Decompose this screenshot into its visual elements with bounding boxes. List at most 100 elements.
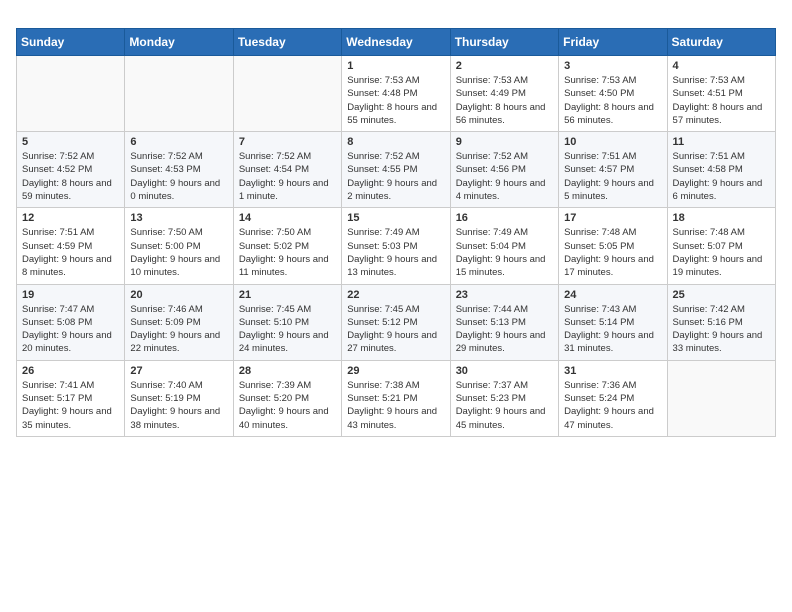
- day-number: 4: [673, 60, 770, 72]
- day-number: 13: [130, 212, 227, 224]
- day-info: Sunrise: 7:38 AMSunset: 5:21 PMDaylight:…: [347, 379, 444, 432]
- calendar-cell: 27 Sunrise: 7:40 AMSunset: 5:19 PMDayligh…: [125, 360, 233, 436]
- day-number: 10: [564, 136, 661, 148]
- calendar-cell: 5 Sunrise: 7:52 AMSunset: 4:52 PMDaylight…: [17, 132, 125, 208]
- day-number: 5: [22, 136, 119, 148]
- day-number: 22: [347, 289, 444, 301]
- day-number: 29: [347, 365, 444, 377]
- day-number: 30: [456, 365, 553, 377]
- calendar-cell: 23 Sunrise: 7:44 AMSunset: 5:13 PMDayligh…: [450, 284, 558, 360]
- day-number: 8: [347, 136, 444, 148]
- day-info: Sunrise: 7:48 AMSunset: 5:07 PMDaylight:…: [673, 226, 770, 279]
- week-row-1: 1 Sunrise: 7:53 AMSunset: 4:48 PMDaylight…: [17, 56, 776, 132]
- day-info: Sunrise: 7:44 AMSunset: 5:13 PMDaylight:…: [456, 303, 553, 356]
- day-info: Sunrise: 7:51 AMSunset: 4:57 PMDaylight:…: [564, 150, 661, 203]
- calendar-cell: 31 Sunrise: 7:36 AMSunset: 5:24 PMDayligh…: [559, 360, 667, 436]
- day-number: 31: [564, 365, 661, 377]
- day-number: 14: [239, 212, 336, 224]
- day-number: 25: [673, 289, 770, 301]
- day-info: Sunrise: 7:42 AMSunset: 5:16 PMDaylight:…: [673, 303, 770, 356]
- day-info: Sunrise: 7:43 AMSunset: 5:14 PMDaylight:…: [564, 303, 661, 356]
- day-number: 24: [564, 289, 661, 301]
- calendar-cell: 6Sunrise: 7:52 AMSunset: 4:53 PMDaylight…: [125, 132, 233, 208]
- day-info: Sunrise: 7:49 AMSunset: 5:03 PMDaylight:…: [347, 226, 444, 279]
- day-number: 28: [239, 365, 336, 377]
- day-info: Sunrise: 7:53 AMSunset: 4:48 PMDaylight:…: [347, 74, 444, 127]
- calendar-cell: 12 Sunrise: 7:51 AMSunset: 4:59 PMDayligh…: [17, 208, 125, 284]
- day-number: 2: [456, 60, 553, 72]
- day-info: Sunrise: 7:36 AMSunset: 5:24 PMDaylight:…: [564, 379, 661, 432]
- weekday-header-wednesday: Wednesday: [342, 29, 450, 56]
- calendar-cell: 7 Sunrise: 7:52 AMSunset: 4:54 PMDaylight…: [233, 132, 341, 208]
- day-info: Sunrise: 7:50 AMSunset: 5:00 PMDaylight:…: [130, 226, 227, 279]
- day-number: 15: [347, 212, 444, 224]
- calendar-cell: 24 Sunrise: 7:43 AMSunset: 5:14 PMDayligh…: [559, 284, 667, 360]
- day-number: 21: [239, 289, 336, 301]
- day-number: 23: [456, 289, 553, 301]
- weekday-header-sunday: Sunday: [17, 29, 125, 56]
- week-row-5: 26 Sunrise: 7:41 AMSunset: 5:17 PMDayligh…: [17, 360, 776, 436]
- day-number: 17: [564, 212, 661, 224]
- calendar-cell: [667, 360, 775, 436]
- calendar-cell: 15 Sunrise: 7:49 AMSunset: 5:03 PMDayligh…: [342, 208, 450, 284]
- day-number: 6: [130, 136, 227, 148]
- calendar-cell: [17, 56, 125, 132]
- day-info: Sunrise: 7:45 AMSunset: 5:10 PMDaylight:…: [239, 303, 336, 356]
- day-info: Sunrise: 7:49 AMSunset: 5:04 PMDaylight:…: [456, 226, 553, 279]
- day-info: Sunrise: 7:50 AMSunset: 5:02 PMDaylight:…: [239, 226, 336, 279]
- calendar-cell: 14 Sunrise: 7:50 AMSunset: 5:02 PMDayligh…: [233, 208, 341, 284]
- day-number: 19: [22, 289, 119, 301]
- calendar-cell: 8 Sunrise: 7:52 AMSunset: 4:55 PMDaylight…: [342, 132, 450, 208]
- week-row-3: 12 Sunrise: 7:51 AMSunset: 4:59 PMDayligh…: [17, 208, 776, 284]
- day-number: 20: [130, 289, 227, 301]
- day-info: Sunrise: 7:52 AMSunset: 4:56 PMDaylight:…: [456, 150, 553, 203]
- day-info: Sunrise: 7:41 AMSunset: 5:17 PMDaylight:…: [22, 379, 119, 432]
- calendar-table: SundayMondayTuesdayWednesdayThursdayFrid…: [16, 28, 776, 437]
- calendar-cell: 3Sunrise: 7:53 AMSunset: 4:50 PMDaylight…: [559, 56, 667, 132]
- calendar-cell: 4 Sunrise: 7:53 AMSunset: 4:51 PMDaylight…: [667, 56, 775, 132]
- day-info: Sunrise: 7:51 AMSunset: 4:58 PMDaylight:…: [673, 150, 770, 203]
- calendar-cell: 18 Sunrise: 7:48 AMSunset: 5:07 PMDayligh…: [667, 208, 775, 284]
- weekday-header-friday: Friday: [559, 29, 667, 56]
- calendar-cell: 29 Sunrise: 7:38 AMSunset: 5:21 PMDayligh…: [342, 360, 450, 436]
- day-info: Sunrise: 7:48 AMSunset: 5:05 PMDaylight:…: [564, 226, 661, 279]
- day-info: Sunrise: 7:46 AMSunset: 5:09 PMDaylight:…: [130, 303, 227, 356]
- day-number: 18: [673, 212, 770, 224]
- day-info: Sunrise: 7:45 AMSunset: 5:12 PMDaylight:…: [347, 303, 444, 356]
- day-info: Sunrise: 7:52 AMSunset: 4:55 PMDaylight:…: [347, 150, 444, 203]
- calendar-cell: 13 Sunrise: 7:50 AMSunset: 5:00 PMDayligh…: [125, 208, 233, 284]
- calendar-cell: [233, 56, 341, 132]
- calendar-cell: [125, 56, 233, 132]
- calendar-cell: 25 Sunrise: 7:42 AMSunset: 5:16 PMDayligh…: [667, 284, 775, 360]
- day-number: 12: [22, 212, 119, 224]
- calendar-cell: 2 Sunrise: 7:53 AMSunset: 4:49 PMDaylight…: [450, 56, 558, 132]
- day-number: 1: [347, 60, 444, 72]
- weekday-header-saturday: Saturday: [667, 29, 775, 56]
- day-number: 7: [239, 136, 336, 148]
- day-number: 27: [130, 365, 227, 377]
- day-info: Sunrise: 7:39 AMSunset: 5:20 PMDaylight:…: [239, 379, 336, 432]
- day-number: 3: [564, 60, 661, 72]
- calendar-cell: 19 Sunrise: 7:47 AMSunset: 5:08 PMDayligh…: [17, 284, 125, 360]
- week-row-2: 5 Sunrise: 7:52 AMSunset: 4:52 PMDaylight…: [17, 132, 776, 208]
- weekday-header-tuesday: Tuesday: [233, 29, 341, 56]
- calendar-cell: 22 Sunrise: 7:45 AMSunset: 5:12 PMDayligh…: [342, 284, 450, 360]
- day-info: Sunrise: 7:51 AMSunset: 4:59 PMDaylight:…: [22, 226, 119, 279]
- day-info: Sunrise: 7:40 AMSunset: 5:19 PMDaylight:…: [130, 379, 227, 432]
- weekday-header-monday: Monday: [125, 29, 233, 56]
- weekday-header-thursday: Thursday: [450, 29, 558, 56]
- day-info: Sunrise: 7:52 AMSunset: 4:54 PMDaylight:…: [239, 150, 336, 203]
- day-number: 26: [22, 365, 119, 377]
- day-number: 9: [456, 136, 553, 148]
- week-row-4: 19 Sunrise: 7:47 AMSunset: 5:08 PMDayligh…: [17, 284, 776, 360]
- day-info: Sunrise: 7:53 AMSunset: 4:49 PMDaylight:…: [456, 74, 553, 127]
- day-info: Sunrise: 7:47 AMSunset: 5:08 PMDaylight:…: [22, 303, 119, 356]
- day-info: Sunrise: 7:37 AMSunset: 5:23 PMDaylight:…: [456, 379, 553, 432]
- calendar-cell: 30 Sunrise: 7:37 AMSunset: 5:23 PMDayligh…: [450, 360, 558, 436]
- day-number: 11: [673, 136, 770, 148]
- calendar-cell: 9 Sunrise: 7:52 AMSunset: 4:56 PMDaylight…: [450, 132, 558, 208]
- calendar-cell: 16Sunrise: 7:49 AMSunset: 5:04 PMDayligh…: [450, 208, 558, 284]
- calendar-cell: 17 Sunrise: 7:48 AMSunset: 5:05 PMDayligh…: [559, 208, 667, 284]
- day-info: Sunrise: 7:52 AMSunset: 4:52 PMDaylight:…: [22, 150, 119, 203]
- day-info: Sunrise: 7:53 AMSunset: 4:51 PMDaylight:…: [673, 74, 770, 127]
